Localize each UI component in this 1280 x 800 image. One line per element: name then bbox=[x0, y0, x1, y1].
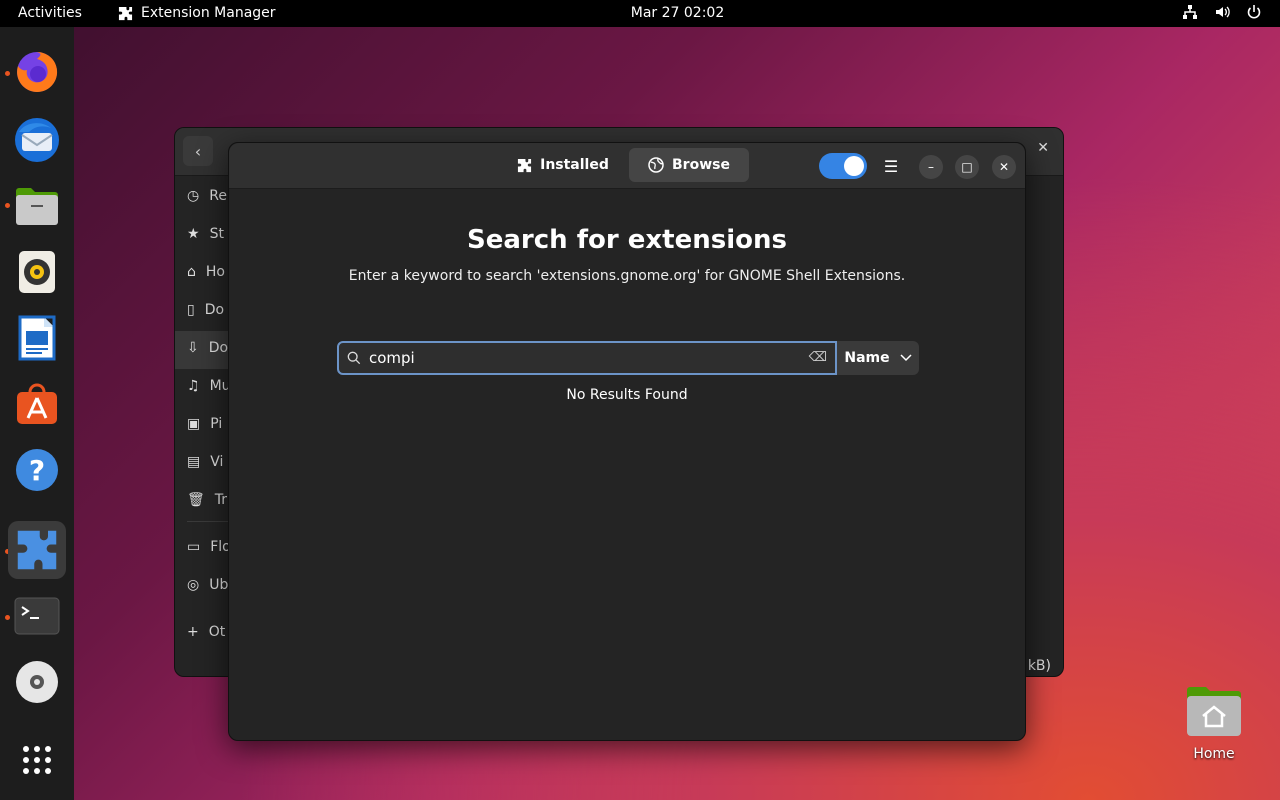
puzzle-icon bbox=[518, 158, 532, 172]
sidebar-item-documents[interactable]: ▯ Do bbox=[187, 302, 224, 318]
disc-launcher[interactable] bbox=[8, 653, 66, 711]
star-icon: ★ bbox=[187, 226, 200, 242]
maximize-icon: □ bbox=[961, 160, 973, 174]
terminal-launcher[interactable] bbox=[8, 587, 66, 645]
close-icon: ✕ bbox=[998, 160, 1010, 174]
tab-browse[interactable]: Browse bbox=[629, 148, 749, 182]
files-launcher[interactable] bbox=[8, 177, 66, 235]
globe-icon bbox=[648, 157, 664, 173]
folder-icon bbox=[16, 188, 58, 225]
power-icon bbox=[1247, 5, 1261, 19]
grid-icon bbox=[23, 746, 51, 774]
extension-manager-window[interactable]: Installed Browse ☰ – □ ✕ Search for exte… bbox=[228, 142, 1026, 741]
extensions-toggle[interactable] bbox=[819, 153, 867, 179]
chevron-down-icon bbox=[900, 354, 912, 362]
page-title: Search for extensions bbox=[467, 225, 787, 255]
help-launcher[interactable]: ? bbox=[8, 441, 66, 499]
clock[interactable]: Mar 27 02:02 bbox=[0, 5, 1280, 21]
drive-icon: ▭ bbox=[187, 539, 201, 555]
dock: ? bbox=[0, 27, 74, 800]
document-icon bbox=[18, 315, 56, 361]
writer-launcher[interactable] bbox=[8, 309, 66, 367]
sidebar-item-ubuntu[interactable]: ◎ Ub bbox=[187, 577, 228, 593]
search-input[interactable]: compi ⌫ bbox=[337, 341, 837, 375]
desktop-home-icon[interactable]: Home bbox=[1185, 684, 1243, 762]
store-icon bbox=[17, 383, 57, 424]
help-icon: ? bbox=[16, 449, 58, 491]
menu-button[interactable]: ☰ bbox=[879, 154, 903, 178]
sidebar-item-music[interactable]: ♫ Mu bbox=[187, 378, 231, 394]
desktop-home-label: Home bbox=[1193, 746, 1235, 762]
back-button[interactable]: ‹ bbox=[183, 136, 213, 166]
sidebar-item-pictures[interactable]: ▣ Pi bbox=[187, 416, 222, 432]
document-icon: ▯ bbox=[187, 302, 195, 318]
disc-icon bbox=[16, 661, 58, 703]
sidebar-item-starred[interactable]: ★ St bbox=[187, 226, 224, 242]
sidebar-item-trash[interactable]: 🗑︎ Tr bbox=[187, 492, 227, 508]
sort-dropdown[interactable]: Name bbox=[837, 341, 919, 375]
no-results-label: No Results Found bbox=[566, 387, 688, 403]
firefox-launcher[interactable] bbox=[8, 43, 66, 101]
sidebar-item-other[interactable]: + Ot bbox=[187, 624, 225, 640]
video-icon: ▤ bbox=[187, 454, 201, 470]
extension-manager-launcher[interactable] bbox=[8, 521, 66, 579]
disc-icon: ◎ bbox=[187, 577, 200, 593]
app-center-launcher[interactable] bbox=[8, 375, 66, 433]
svg-text:?: ? bbox=[29, 454, 45, 487]
sidebar-item-home[interactable]: ⌂ Ho bbox=[187, 264, 225, 280]
thunderbird-launcher[interactable] bbox=[8, 111, 66, 169]
status-size: kB) bbox=[1027, 658, 1051, 674]
close-icon[interactable]: ✕ bbox=[1037, 140, 1049, 156]
firefox-icon bbox=[17, 51, 58, 92]
sidebar-item-videos[interactable]: ▤ Vi bbox=[187, 454, 223, 470]
minimize-icon: – bbox=[928, 160, 934, 174]
show-apps-button[interactable] bbox=[8, 731, 66, 789]
maximize-button[interactable]: □ bbox=[955, 155, 979, 179]
plus-icon: + bbox=[187, 624, 199, 640]
sidebar-item-downloads[interactable]: ⇩ Do bbox=[187, 340, 228, 356]
terminal-icon bbox=[14, 597, 60, 635]
home-icon: ⌂ bbox=[187, 264, 196, 280]
music-icon: ♫ bbox=[187, 378, 200, 394]
rhythmbox-launcher[interactable] bbox=[8, 243, 66, 301]
download-icon: ⇩ bbox=[187, 340, 199, 356]
puzzle-icon bbox=[17, 530, 57, 570]
top-bar: Activities Extension Manager Mar 27 02:0… bbox=[0, 0, 1280, 27]
clock-icon: ◷ bbox=[187, 188, 200, 204]
search-value: compi bbox=[369, 349, 415, 367]
network-icon bbox=[1183, 5, 1197, 19]
close-button[interactable]: ✕ bbox=[992, 155, 1016, 179]
sidebar-item-floppy[interactable]: ▭ Flo bbox=[187, 539, 231, 555]
sidebar-item-recent[interactable]: ◷ Re bbox=[187, 188, 227, 204]
picture-icon: ▣ bbox=[187, 416, 201, 432]
headerbar: Installed Browse ☰ – □ ✕ bbox=[229, 143, 1025, 189]
volume-icon bbox=[1216, 6, 1230, 18]
toggle-knob bbox=[844, 156, 864, 176]
trash-icon: 🗑︎ bbox=[187, 492, 205, 508]
page-subtitle: Enter a keyword to search 'extensions.gn… bbox=[348, 268, 906, 284]
system-tray[interactable] bbox=[1182, 4, 1262, 20]
home-folder-icon bbox=[1187, 687, 1241, 736]
hamburger-icon: ☰ bbox=[883, 156, 899, 176]
search-icon bbox=[347, 351, 361, 365]
clear-icon[interactable]: ⌫ bbox=[809, 350, 827, 365]
tab-installed[interactable]: Installed bbox=[511, 148, 615, 182]
speaker-icon bbox=[19, 251, 55, 293]
thunderbird-icon bbox=[15, 118, 59, 162]
minimize-button[interactable]: – bbox=[919, 155, 943, 179]
